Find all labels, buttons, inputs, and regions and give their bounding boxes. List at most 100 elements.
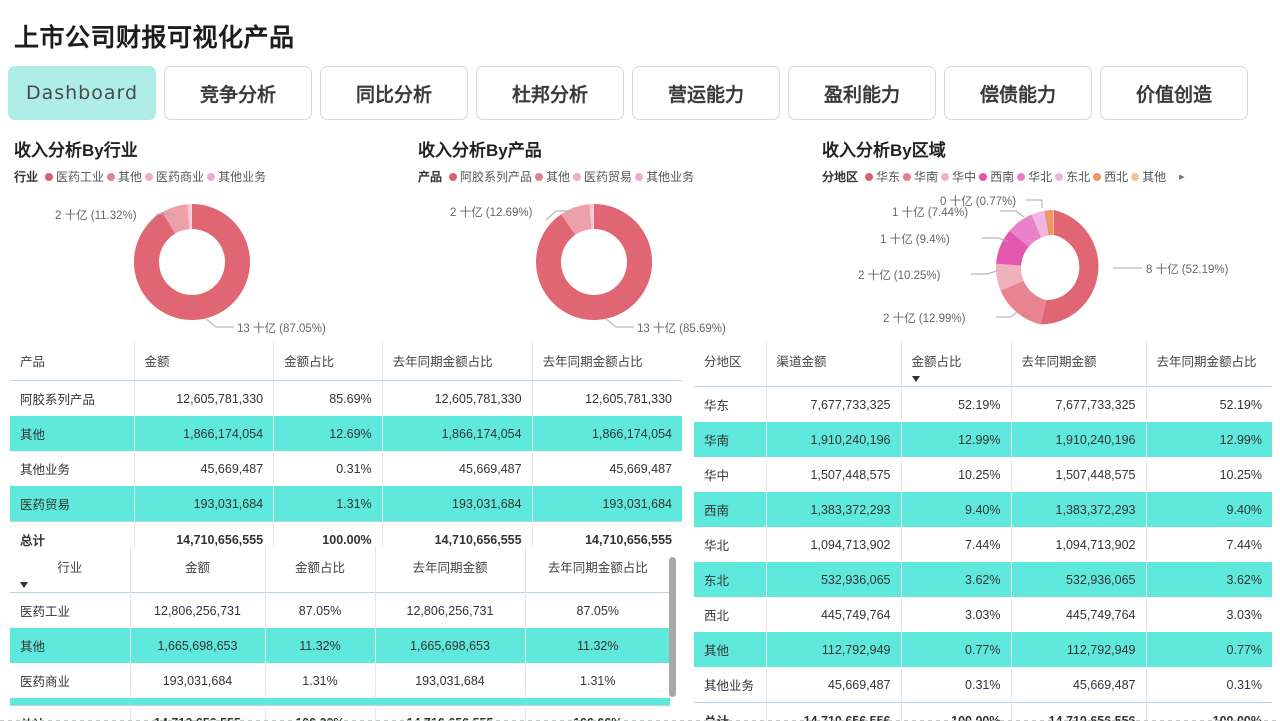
row-value-cell: 87.05% <box>576 603 619 618</box>
column-header-label: 去年同期金额占比 <box>542 355 643 369</box>
row-label-cell: 其他 <box>694 632 767 667</box>
table-row[interactable]: 华北 1,094,713,902 7.44% 1,094,713,902 7.44% <box>694 527 1272 562</box>
table-row[interactable]: 其他 1,665,698,653 11.32% 1,665,698,653 11.32% <box>10 628 670 663</box>
legend-item[interactable]: 其他 <box>1131 168 1166 185</box>
table-row[interactable]: 华南 1,910,240,196 12.99% 1,910,240,196 12.99% <box>694 422 1272 457</box>
legend-item[interactable]: 华东 <box>865 168 900 185</box>
column-header[interactable]: 分地区 <box>694 341 767 387</box>
table-row[interactable]: 其他 1,866,174,054 12.69% 1,866,174,054 1,866,… <box>10 416 682 451</box>
legend-item[interactable]: 其他 <box>107 168 142 185</box>
tab-bar: Dashboard 竞争分析 同比分析 杜邦分析 营运能力 盈利能力 偿债能力 价值创造 <box>8 66 1248 120</box>
row-value-cell: 3.03% <box>901 597 1012 632</box>
row-value-cell: 11.32% <box>525 628 670 663</box>
chevron-right-icon[interactable]: ▸ <box>1179 170 1185 183</box>
legend-item[interactable]: 医药工业 <box>45 168 104 185</box>
tab-7[interactable]: 价值创造 <box>1100 66 1248 120</box>
table-row[interactable]: 西北 445,749,764 3.03% 445,749,764 3.03% <box>694 597 1272 632</box>
tab-dashboard[interactable]: Dashboard <box>8 66 156 120</box>
legend-color-dot-icon <box>1093 172 1102 181</box>
tab-label: 同比分析 <box>355 84 432 106</box>
total-value-cell: 14,710,656,555 <box>375 704 526 721</box>
row-value-cell: 1,910,240,196 <box>1011 422 1147 457</box>
column-header[interactable]: 金额占比 <box>901 341 1012 387</box>
row-value-cell: 87.05% <box>265 592 376 628</box>
row-value-cell: 11.32% <box>265 628 376 663</box>
row-value-cell: 1,383,372,293 <box>1011 492 1147 527</box>
legend-item[interactable]: 其他业务 <box>635 168 694 185</box>
donut-industry[interactable]: 2 十亿 (11.32%) 13 十亿 (87.05%) <box>0 190 420 335</box>
column-header[interactable]: 去年同期金额占比 <box>382 341 533 381</box>
tab-3[interactable]: 杜邦分析 <box>476 66 624 120</box>
column-header[interactable]: 去年同期金额 <box>375 547 526 593</box>
total-value-cell: 14,710,656,556 <box>766 702 902 721</box>
tab-5[interactable]: 盈利能力 <box>788 66 936 120</box>
tab-2[interactable]: 同比分析 <box>320 66 468 120</box>
column-header[interactable]: 去年同期金额 <box>1011 341 1147 387</box>
panel-product: 收入分析By产品 产品 阿胶系列产品 其他 医药贸易 其他业务 <box>418 136 697 185</box>
legend-item[interactable]: 东北 <box>1055 168 1090 185</box>
table-industry-scrollbar[interactable] <box>669 557 676 697</box>
row-value-cell: 3.03% <box>1226 607 1262 622</box>
table-row[interactable]: 医药工业 12,806,256,731 87.05% 12,806,256,731 87… <box>10 592 670 628</box>
donut-product-label-0: 2 十亿 (12.69%) <box>450 207 533 219</box>
row-value-cell: 45,669,487 <box>766 667 902 703</box>
table-row[interactable]: 医药贸易 193,031,684 1.31% 193,031,684 193,031,6… <box>10 486 682 522</box>
tab-4[interactable]: 营运能力 <box>632 66 780 120</box>
total-label-cell: 总计 <box>10 704 131 721</box>
donut-product[interactable]: 2 十亿 (12.69%) 13 十亿 (85.69%) <box>400 190 820 335</box>
column-header[interactable]: 渠道金额 <box>766 341 902 387</box>
legend-item[interactable]: 医药商业 <box>145 168 204 185</box>
legend-item[interactable]: 华南 <box>903 168 938 185</box>
table-row[interactable]: 华东 7,677,733,325 52.19% 7,677,733,325 52.19% <box>694 386 1272 422</box>
row-value-cell: 7.44% <box>1226 537 1262 552</box>
tab-label: 营运能力 <box>667 84 744 106</box>
sort-desc-icon[interactable] <box>911 376 920 382</box>
donut-region[interactable]: 0 十亿 (0.77%) 1 十亿 (7.44%) 1 十亿 (9.4%) 2 … <box>830 186 1280 338</box>
legend-item[interactable]: 华北 <box>1017 168 1052 185</box>
table-row[interactable]: 华中 1,507,448,575 10.25% 1,507,448,575 10.25% <box>694 457 1272 492</box>
row-label-cell: 其他业务 <box>694 667 767 703</box>
legend-item[interactable]: 医药贸易 <box>573 168 632 185</box>
legend-item[interactable]: 华中 <box>941 168 976 185</box>
legend-color-dot-icon <box>449 172 458 181</box>
table-region: 分地区 渠道金额 金额占比 去年同期金额 去年同期金额占比华东 7,677,733,325… <box>694 341 1272 721</box>
row-value-cell: 12.99% <box>901 422 1012 457</box>
highlight-strip-cell <box>265 698 375 705</box>
sort-desc-icon[interactable] <box>20 582 28 588</box>
legend-item[interactable]: 西北 <box>1093 168 1128 185</box>
column-header-label: 金额占比 <box>284 355 335 369</box>
column-header[interactable]: 金额 <box>134 341 275 381</box>
legend-item[interactable]: 西南 <box>979 168 1014 185</box>
column-header[interactable]: 金额占比 <box>265 547 376 593</box>
column-header[interactable]: 去年同期金额占比 <box>1146 341 1272 387</box>
column-header[interactable]: 去年同期金额占比 <box>525 547 670 593</box>
column-header[interactable]: 金额 <box>130 547 266 593</box>
legend-label: 华南 <box>914 170 939 184</box>
table-row[interactable]: 其他业务 45,669,487 0.31% 45,669,487 45,669,487 <box>10 451 682 486</box>
donut-region-label-2: 1 十亿 (9.4%) <box>880 234 950 246</box>
tab-6[interactable]: 偿债能力 <box>944 66 1092 120</box>
legend-item[interactable]: 其他业务 <box>207 168 266 185</box>
tab-1[interactable]: 竞争分析 <box>164 66 312 120</box>
table-row[interactable]: 其他业务 45,669,487 0.31% 45,669,487 0.31% <box>694 667 1272 703</box>
table-row[interactable]: 西南 1,383,372,293 9.40% 1,383,372,293 9.40% <box>694 492 1272 527</box>
column-header[interactable]: 去年同期金额占比 <box>532 341 682 381</box>
column-header-label: 去年同期金额占比 <box>1156 355 1257 369</box>
table-row[interactable]: 东北 532,936,065 3.62% 532,936,065 3.62% <box>694 562 1272 597</box>
table-row[interactable]: 阿胶系列产品 12,605,781,330 85.69% 12,605,781,330… <box>10 380 682 416</box>
column-header[interactable]: 行业 <box>10 547 131 593</box>
row-value-cell: 1,507,448,575 <box>1011 457 1147 492</box>
legend-color-dot-icon <box>573 172 582 181</box>
legend-label: 医药商业 <box>156 170 205 184</box>
column-header[interactable]: 金额占比 <box>273 341 383 381</box>
table-row[interactable]: 医药商业 193,031,684 1.31% 193,031,684 1.31% <box>10 663 670 698</box>
donut-region-label-1: 1 十亿 (7.44%) <box>892 207 969 219</box>
column-header[interactable]: 产品 <box>10 341 135 381</box>
table-row[interactable]: 其他 112,792,949 0.77% 112,792,949 0.77% <box>694 632 1272 667</box>
legend-label: 其他 <box>546 170 571 184</box>
legend-item[interactable]: 阿胶系列产品 <box>449 168 532 185</box>
legend-field-label: 行业 <box>14 170 39 184</box>
legend-item[interactable]: 其他 <box>535 168 570 185</box>
total-value-cell: 14,710,656,556 <box>1011 702 1147 721</box>
row-value-cell: 9.40% <box>1146 492 1272 527</box>
